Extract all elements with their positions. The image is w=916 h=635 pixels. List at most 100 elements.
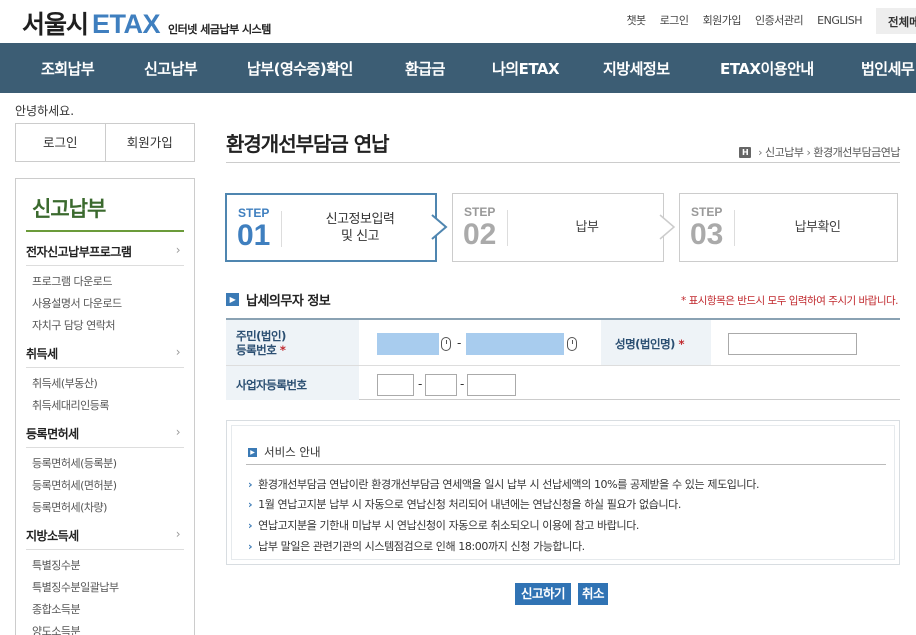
business-number-part1-input[interactable] <box>377 374 414 396</box>
resident-number-label: 주민(법인) 등록번호 * <box>226 320 359 365</box>
sidebar-group-local-income-tax[interactable]: 지방소득세 › <box>26 527 184 544</box>
chevron-right-icon: › <box>248 498 253 511</box>
notice-item-text: 1월 연납고지분 납부 시 자동으로 연납신청 처리되어 내년에는 연납신청을 … <box>258 498 681 511</box>
step-number: 03 <box>690 218 724 251</box>
required-mark: * <box>678 337 684 351</box>
util-link-certificate[interactable]: 인증서관리 <box>755 10 804 32</box>
step-label: STEP <box>464 205 496 219</box>
nav-item-etax-guide[interactable]: ETAX이용안내 <box>720 58 814 79</box>
notice-item-text: 납부 말일은 관련기관의 시스템점검으로 인해 18:00까지 신청 가능합니다… <box>258 540 585 553</box>
notice-item: › 납부 말일은 관련기관의 시스템점검으로 인해 18:00까지 신청 가능합니… <box>248 538 585 554</box>
section-title-text: 납세의무자 정보 <box>246 294 331 309</box>
service-notice: ▶ 서비스 안내 › 환경개선부담금 연납이란 환경개선부담금 연세액을 일시 납… <box>226 420 900 565</box>
virtual-keyboard-mouse-icon[interactable] <box>441 337 451 351</box>
name-label-text: 성명(법인명) <box>615 337 675 351</box>
sidebar-title: 신고납부 <box>32 197 106 221</box>
notice-inner: ▶ 서비스 안내 › 환경개선부담금 연납이란 환경개선부담금 연세액을 일시 납… <box>231 425 895 560</box>
step-number: 02 <box>463 218 497 251</box>
nav-item-corporate-tax[interactable]: 법인세무 <box>861 58 915 79</box>
nav-item-report-payment[interactable]: 신고납부 <box>144 58 198 79</box>
sidebar-item-acquisition-tax-realestate[interactable]: 취득세(부동산) <box>32 375 98 391</box>
page-title: 환경개선부담금 연납 <box>226 132 390 156</box>
nav-item-refund[interactable]: 환급금 <box>405 58 445 79</box>
cancel-button[interactable]: 취소 <box>578 583 608 605</box>
divider <box>507 210 508 246</box>
divider <box>734 210 735 246</box>
greeting-text: 안녕하세요. <box>15 104 75 118</box>
nav-item-local-tax-info[interactable]: 지방세정보 <box>603 58 670 79</box>
resident-number-front-input[interactable] <box>377 333 439 355</box>
step-label: STEP <box>238 206 270 220</box>
sidebar-login-button[interactable]: 로그인 <box>16 124 105 161</box>
divider <box>246 464 886 465</box>
section-title: ▶ 납세의무자 정보 <box>226 290 331 309</box>
name-label: 성명(법인명) * <box>601 320 711 365</box>
sidebar-item-manual-download[interactable]: 사용설명서 다운로드 <box>32 295 122 311</box>
chevron-right-icon: › <box>806 145 811 159</box>
sidebar-item-registration[interactable]: 등록면허세(등록분) <box>32 455 117 471</box>
arrow-right-icon: ▶ <box>248 447 257 457</box>
sidebar-group-e-filing[interactable]: 전자신고납부프로그램 › <box>26 243 184 260</box>
util-link-login[interactable]: 로그인 <box>660 10 689 32</box>
home-icon[interactable]: H <box>739 146 752 158</box>
business-number-label-text: 사업자등록번호 <box>236 378 307 392</box>
chevron-right-icon: › <box>248 478 253 491</box>
notice-title-text: 서비스 안내 <box>264 445 321 459</box>
sidebar-item-license[interactable]: 등록면허세(면허분) <box>32 477 117 493</box>
submit-button[interactable]: 신고하기 <box>515 583 571 605</box>
sidebar-group-label: 지방소득세 <box>26 529 79 543</box>
site-logo[interactable]: 서울시 ETAX 인터넷 세금납부 시스템 <box>22 5 271 41</box>
sidebar-item-withholding[interactable]: 특별징수분 <box>32 557 81 573</box>
sidebar-group-label: 전자신고납부프로그램 <box>26 245 132 259</box>
sidebar-title-divider <box>26 230 184 232</box>
logo-etax: ETAX <box>92 9 161 39</box>
sidebar-group-acquisition-tax[interactable]: 취득세 › <box>26 345 184 362</box>
required-mark: * <box>279 343 286 357</box>
resident-number-back-input[interactable] <box>466 333 564 355</box>
step-arrow-icon <box>431 214 448 240</box>
business-number-part3-input[interactable] <box>467 374 516 396</box>
virtual-keyboard-mouse-icon[interactable] <box>567 337 577 351</box>
util-link-english[interactable]: ENGLISH <box>817 10 862 32</box>
sidebar-item-withholding-bulk[interactable]: 특별징수분일괄납부 <box>32 579 119 595</box>
title-divider <box>226 162 900 163</box>
sidebar-group-registration-license-tax[interactable]: 등록면허세 › <box>26 425 184 442</box>
required-note: * 표시항목은 반드시 모두 입력하여 주시기 바랍니다. <box>681 295 898 307</box>
sidebar-item-acquisition-tax-agent[interactable]: 취득세대리인등록 <box>32 397 109 413</box>
nav-item-inquiry-payment[interactable]: 조회납부 <box>41 58 95 79</box>
nav-item-receipt-check[interactable]: 납부(영수증)확인 <box>247 58 353 79</box>
sidebar-join-button[interactable]: 회원가입 <box>104 124 195 161</box>
utility-links: 챗봇 로그인 회원가입 인증서관리 ENGLISH 전체메뉴 <box>626 8 916 34</box>
business-number-label: 사업자등록번호 <box>226 366 359 400</box>
main-nav: 조회납부 신고납부 납부(영수증)확인 환급금 나의ETAX 지방세정보 ETA… <box>0 43 916 93</box>
sidebar-menu: 신고납부 전자신고납부프로그램 › 프로그램 다운로드 사용설명서 다운로드 자… <box>15 178 195 635</box>
notice-item: › 연납고지분을 기한내 미납부 시 연납신청이 자동으로 취소되오니 이용에 참… <box>248 517 639 533</box>
sidebar-group-label: 취득세 <box>26 347 58 361</box>
nav-item-my-etax[interactable]: 나의ETAX <box>492 58 560 79</box>
step-text: 신고정보입력 및 신고 <box>325 211 395 244</box>
chevron-right-icon: › <box>175 425 181 439</box>
notice-item-text: 연납고지분을 기한내 미납부 시 연납신청이 자동으로 취소되오니 이용에 참고… <box>258 519 640 532</box>
divider <box>281 211 282 247</box>
util-link-chatbot[interactable]: 챗봇 <box>626 10 646 32</box>
step-1: STEP 01 신고정보입력 및 신고 <box>225 193 437 262</box>
sidebar-item-transfer-income[interactable]: 양도소득분 <box>32 623 81 635</box>
taxpayer-form: 주민(법인) 등록번호 * - 성명(법인명) * 사업자등록번호 - - <box>226 318 900 400</box>
name-input[interactable] <box>728 333 857 355</box>
notice-item-text: 환경개선부담금 연납이란 환경개선부담금 연세액을 일시 납부 시 선납세액의 … <box>258 478 760 491</box>
all-menu-button[interactable]: 전체메뉴 <box>876 8 916 34</box>
divider <box>26 367 184 368</box>
dash: - <box>460 377 465 391</box>
sidebar-item-comprehensive-income[interactable]: 종합소득분 <box>32 601 81 617</box>
sidebar-item-vehicle[interactable]: 등록면허세(차량) <box>32 499 107 515</box>
logo-city: 서울시 <box>22 10 89 39</box>
sidebar-item-district-contact[interactable]: 자치구 담당 연락처 <box>32 317 115 333</box>
business-number-part2-input[interactable] <box>425 374 457 396</box>
breadcrumb-item[interactable]: 신고납부 <box>765 144 804 160</box>
sidebar-item-program-download[interactable]: 프로그램 다운로드 <box>32 273 112 289</box>
step-3: STEP 03 납부확인 <box>679 193 898 262</box>
util-link-join[interactable]: 회원가입 <box>703 10 742 32</box>
chevron-right-icon: › <box>175 243 181 257</box>
site-header: 서울시 ETAX 인터넷 세금납부 시스템 챗봇 로그인 회원가입 인증서관리 … <box>0 0 916 43</box>
notice-title: ▶ 서비스 안내 <box>248 444 321 460</box>
